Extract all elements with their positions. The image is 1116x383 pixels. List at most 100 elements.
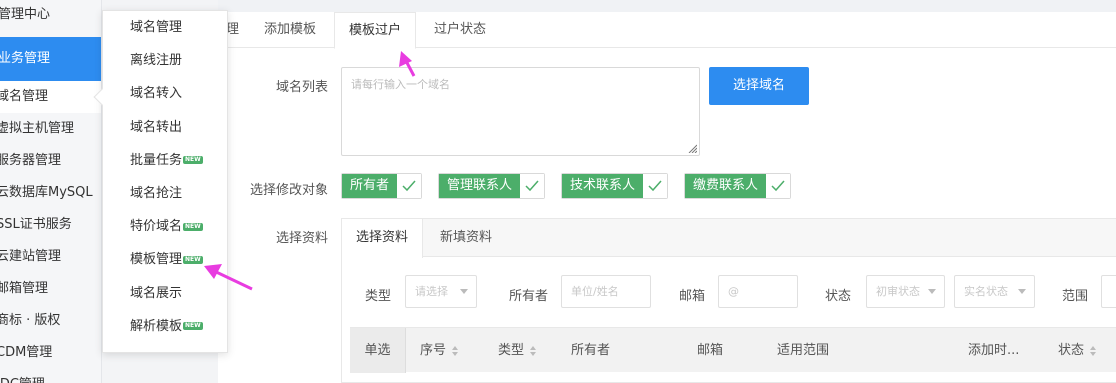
new-badge: NEW	[183, 222, 203, 231]
select-profile-label: 选择资料	[275, 231, 328, 246]
filter-owner-placeholder: 单位/姓名	[571, 285, 619, 298]
chevron-down-icon	[1018, 289, 1026, 294]
sidebar-item-mysql[interactable]: 云数据库MySQL	[0, 177, 101, 209]
sort-icon[interactable]	[530, 345, 537, 356]
resize-handle-icon[interactable]	[687, 143, 697, 153]
sidebar-list: 域名管理 虚拟主机管理 服务器管理 云数据库MySQL SSL证书服务 云建站管…	[0, 81, 101, 383]
profile-panel: 选择资料 新填资料 类型 请选择 所有者 单位/姓名 邮箱 @ 状态 初审状态 …	[341, 218, 1116, 383]
sidebar-group-label: 业务管理	[0, 51, 51, 66]
menu-item-label: 域名展示	[130, 285, 183, 301]
menu-item-offline-register[interactable]: 离线注册	[103, 44, 227, 77]
th-type-label: 类型	[498, 343, 525, 358]
sidebar-header: 管理中心	[0, 7, 51, 22]
menu-item-label: 域名转入	[130, 86, 183, 102]
menu-item-special-price[interactable]: 特价域名 NEW	[103, 210, 227, 243]
filter-review-status-select[interactable]: 初审状态	[866, 275, 945, 308]
check-icon	[766, 174, 791, 198]
menu-item-transfer-in[interactable]: 域名转入	[103, 77, 227, 110]
target-owner-label: 所有者	[342, 174, 398, 198]
sidebar-item-virtual-host[interactable]: 虚拟主机管理	[0, 113, 101, 145]
menu-item-domain-manage[interactable]: 域名管理	[103, 11, 227, 44]
menu-item-backorder[interactable]: 域名抢注	[103, 177, 227, 210]
sidebar-item-site-builder[interactable]: 云建站管理	[0, 241, 101, 273]
target-tech-contact-checkbox[interactable]: 技术联系人	[561, 173, 669, 199]
th-owner: 所有者	[571, 343, 611, 358]
menu-item-label: 模板管理	[130, 252, 183, 268]
domain-list-label: 域名列表	[275, 80, 328, 95]
menu-item-batch-tasks[interactable]: 批量任务 NEW	[103, 144, 227, 177]
filter-owner-label: 所有者	[509, 289, 549, 304]
filter-verify-status-placeholder: 实名状态	[964, 285, 1008, 298]
tab-bar: 理 添加模板 模板过户 过户状态	[218, 12, 1116, 49]
check-icon	[643, 174, 668, 198]
chevron-down-icon	[460, 289, 468, 294]
sidebar: 管理中心 业务管理 域名管理 虚拟主机管理 服务器管理 云数据库MySQL SS…	[0, 0, 102, 383]
target-admin-contact-checkbox[interactable]: 管理联系人	[438, 173, 546, 199]
tab-transfer-status[interactable]: 过户状态	[420, 12, 500, 48]
tab-template-transfer[interactable]: 模板过户	[334, 12, 417, 49]
menu-item-label: 批量任务	[130, 152, 183, 168]
table-header: 单选 序号 类型 所有者 邮箱 适用范围 添加时... 状态	[350, 327, 1116, 373]
menu-item-dns-template[interactable]: 解析模板 NEW	[103, 310, 227, 343]
menu-item-label: 解析模板	[130, 318, 183, 334]
sidebar-group-business[interactable]: 业务管理	[0, 37, 101, 81]
profile-tab-bar: 选择资料 新填资料	[342, 219, 1116, 258]
select-domain-button[interactable]: 选择域名	[709, 67, 809, 105]
filter-type-label: 类型	[365, 289, 392, 304]
th-status-label: 状态	[1058, 343, 1085, 358]
sidebar-item-server[interactable]: 服务器管理	[0, 145, 101, 177]
tab-new-profile[interactable]: 新填资料	[426, 219, 506, 257]
menu-item-domain-showcase[interactable]: 域名展示	[103, 277, 227, 310]
sidebar-item-ssl[interactable]: SSL证书服务	[0, 209, 101, 241]
th-added-time: 添加时...	[968, 343, 1020, 358]
menu-item-template-manage[interactable]: 模板管理 NEW	[103, 243, 227, 276]
menu-item-transfer-out[interactable]: 域名转出	[103, 111, 227, 144]
th-type[interactable]: 类型	[498, 328, 537, 373]
filter-scope-select[interactable]	[1101, 275, 1116, 308]
sidebar-item-cdm[interactable]: CDM管理	[0, 337, 101, 369]
filter-owner-input[interactable]: 单位/姓名	[561, 275, 651, 308]
tab-select-profile[interactable]: 选择资料	[342, 219, 424, 258]
new-badge: NEW	[183, 156, 203, 165]
th-email: 邮箱	[697, 343, 724, 358]
sidebar-item-domain[interactable]: 域名管理	[0, 81, 101, 113]
filter-type-placeholder: 请选择	[415, 285, 448, 298]
target-owner-checkbox[interactable]: 所有者	[341, 173, 423, 199]
sidebar-item-idc[interactable]: IDC管理	[0, 369, 101, 383]
filter-email-input[interactable]: @	[718, 275, 798, 308]
check-icon	[397, 174, 422, 198]
target-billing-contact-label: 缴费联系人	[685, 174, 767, 198]
main-panel: 理 添加模板 模板过户 过户状态 域名列表 请每行输入一个域名 选择域名 选择修…	[218, 12, 1116, 383]
th-radio: 单选	[350, 328, 406, 373]
filter-scope-label: 范围	[1062, 289, 1089, 304]
filter-email-label: 邮箱	[679, 289, 706, 304]
menu-item-label: 域名管理	[130, 20, 183, 35]
filter-review-status-placeholder: 初审状态	[876, 285, 920, 298]
sidebar-item-mailbox[interactable]: 邮箱管理	[0, 273, 101, 305]
domain-list-textarea[interactable]: 请每行输入一个域名	[341, 67, 700, 156]
menu-item-label: 特价域名	[130, 219, 183, 235]
chevron-down-icon	[928, 289, 936, 294]
menu-item-label: 域名抢注	[130, 185, 183, 201]
filter-type-select[interactable]: 请选择	[405, 275, 477, 308]
tab-add-template[interactable]: 添加模板	[250, 12, 330, 48]
filter-email-placeholder: @	[728, 285, 739, 298]
new-badge: NEW	[183, 322, 203, 331]
modify-target-label: 选择修改对象	[249, 183, 328, 198]
filter-status-label: 状态	[825, 289, 852, 304]
new-badge: NEW	[183, 255, 203, 264]
sidebar-item-trademark[interactable]: 商标 · 版权	[0, 305, 101, 337]
target-billing-contact-checkbox[interactable]: 缴费联系人	[684, 173, 792, 199]
filter-verify-status-select[interactable]: 实名状态	[954, 275, 1035, 308]
th-status[interactable]: 状态	[1058, 328, 1097, 373]
sort-icon[interactable]	[1090, 345, 1097, 356]
domain-list-placeholder: 请每行输入一个域名	[351, 78, 450, 91]
menu-item-label: 域名转出	[130, 119, 183, 135]
target-admin-contact-label: 管理联系人	[439, 174, 521, 198]
th-index[interactable]: 序号	[420, 328, 459, 373]
target-tech-contact-label: 技术联系人	[562, 174, 644, 198]
domain-submenu: 域名管理 离线注册 域名转入 域名转出 批量任务 NEW 域名抢注 特价域名 NEW…	[93, 10, 228, 353]
menu-item-label: 离线注册	[130, 53, 183, 69]
th-index-label: 序号	[420, 343, 447, 358]
sort-icon[interactable]	[452, 345, 459, 356]
